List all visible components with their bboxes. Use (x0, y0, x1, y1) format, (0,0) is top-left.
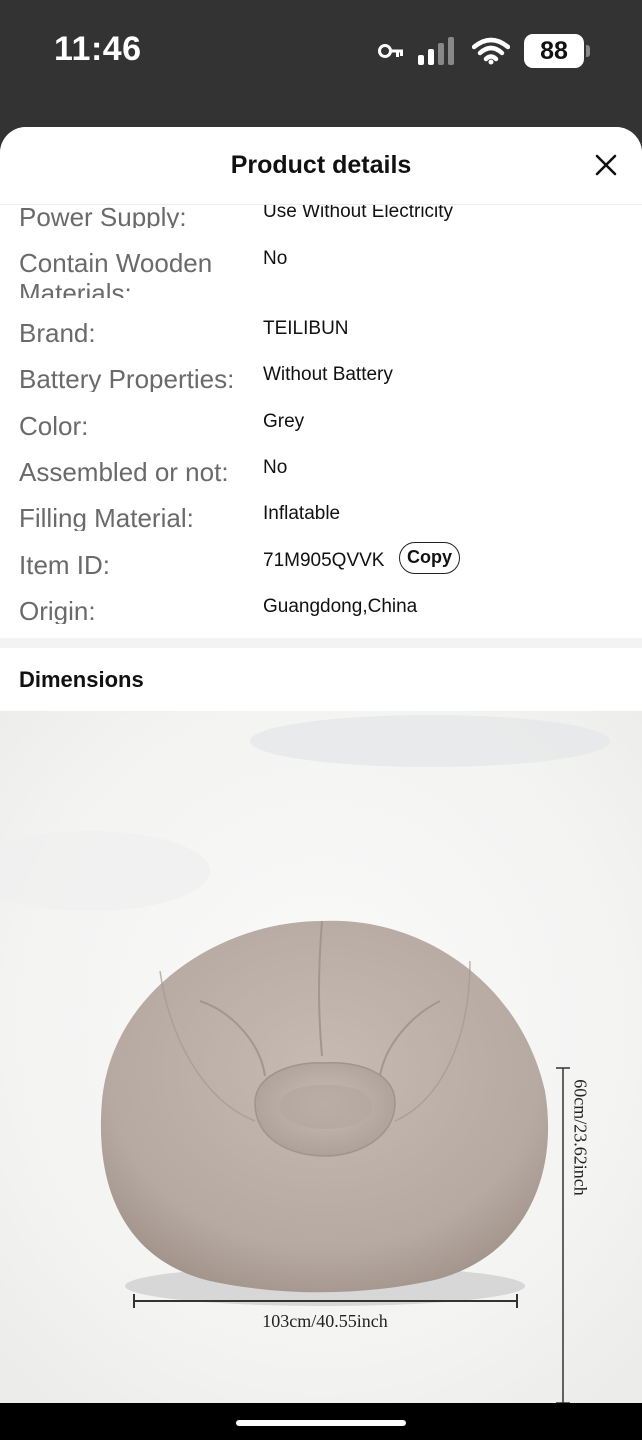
spec-label: Contain Wooden Materials: (19, 248, 213, 298)
copy-button[interactable]: Copy (399, 542, 460, 574)
spec-value: Grey (263, 411, 305, 432)
spec-label: Origin: (19, 596, 96, 624)
spec-label: Item ID: (19, 550, 111, 578)
specs-list: Power Supply: Use Without Electricity Co… (0, 205, 642, 635)
spec-label: Power Supply: (19, 205, 187, 228)
spec-value: No (263, 248, 288, 269)
section-divider (0, 638, 642, 648)
spec-label: Brand: (19, 318, 96, 346)
status-bar: 11:46 88 (0, 0, 642, 100)
battery-level: 88 (524, 34, 584, 68)
width-label: 103cm/40.55inch (262, 1311, 388, 1331)
spec-label: Battery Properties: (19, 364, 235, 392)
item-id-value: 71M905QVVK (263, 550, 385, 571)
home-indicator[interactable] (236, 1420, 406, 1426)
spec-value: Without Battery (263, 364, 393, 385)
home-bar-area (0, 1403, 642, 1440)
wifi-icon (472, 37, 510, 65)
battery-cap (586, 45, 590, 57)
spec-value: Guangdong,China (263, 596, 418, 617)
spec-value: TEILIBUN (263, 318, 349, 339)
spec-label: Color: (19, 411, 89, 439)
sheet-title: Product details (230, 151, 412, 179)
cellular-signal-icon (418, 37, 458, 65)
status-time: 11:46 (54, 30, 142, 68)
close-icon (595, 154, 617, 176)
status-icons: 88 (378, 34, 590, 68)
battery-icon: 88 (524, 34, 590, 68)
width-tick-left (133, 1294, 135, 1308)
vpn-key-icon (378, 43, 404, 59)
height-label: 60cm/23.62inch (570, 1079, 591, 1196)
spec-value: Inflatable (263, 503, 341, 524)
width-tick-right (516, 1294, 518, 1308)
product-details-sheet: Product details Power Supply: Use Withou… (0, 127, 642, 1403)
dimensions-title: Dimensions (19, 667, 144, 692)
spec-label: Filling Material: (19, 503, 194, 531)
spec-value: Use Without Electricity (263, 205, 454, 222)
sheet-header: Product details (0, 127, 642, 205)
spec-label: Assembled or not: (19, 457, 229, 485)
close-button[interactable] (592, 151, 620, 179)
spec-value: No (263, 457, 288, 478)
width-dimension-rule (133, 1300, 517, 1302)
